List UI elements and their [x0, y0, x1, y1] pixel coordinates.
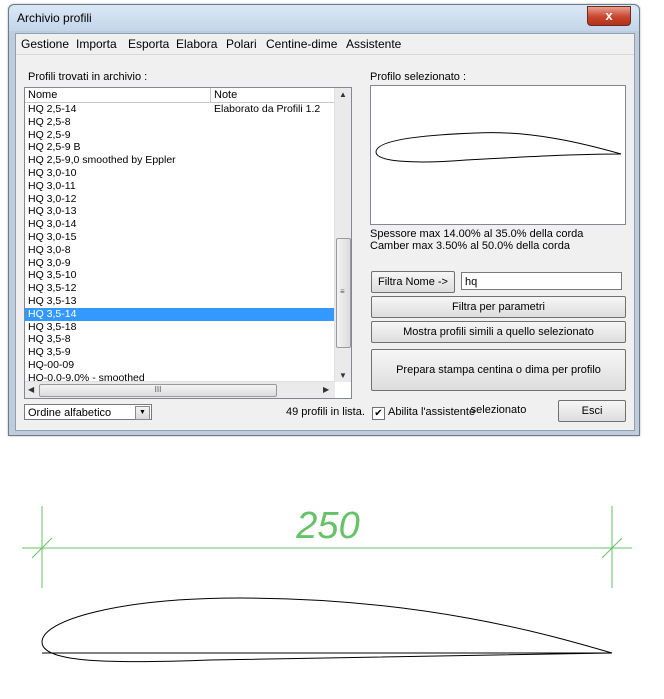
menu-bar: Gestione Importa Esporta Elabora Polari …: [16, 34, 634, 55]
horizontal-scrollbar[interactable]: ◀ III ▶: [25, 381, 335, 398]
filter-name-input[interactable]: hq: [461, 272, 622, 290]
row-name: HQ 3,5-10: [28, 269, 77, 282]
table-row[interactable]: HQ 3,0-11: [25, 180, 335, 193]
table-row[interactable]: HQ 3,0-8: [25, 244, 335, 257]
column-header-note[interactable]: Note: [211, 88, 335, 102]
table-row[interactable]: HQ 3,5-14: [25, 307, 335, 321]
table-row[interactable]: HQ 3,0-12: [25, 193, 335, 206]
list-header: Nome Note: [25, 88, 335, 103]
client-area: Gestione Importa Esporta Elabora Polari …: [15, 33, 635, 431]
table-row[interactable]: HQ 2,5-8: [25, 116, 335, 129]
row-name: HQ 3,0-9: [28, 256, 71, 269]
assistant-checkbox-label: Abilita l'assistente: [388, 406, 476, 418]
row-name: HQ 3,0-12: [28, 192, 77, 205]
table-row[interactable]: HQ 3,5-9: [25, 346, 335, 359]
exit-button[interactable]: Esci: [558, 400, 626, 422]
table-row[interactable]: HQ 3,5-10: [25, 269, 335, 282]
table-row[interactable]: HQ 3,5-12: [25, 282, 335, 295]
title-bar[interactable]: Archivio profili x: [9, 5, 639, 31]
chevron-down-icon[interactable]: ▼: [135, 406, 150, 420]
airfoil-drawing-svg: 250: [22, 505, 632, 663]
table-row[interactable]: HQ 3,0-14: [25, 218, 335, 231]
menu-assistente[interactable]: Assistente: [346, 37, 401, 51]
table-row[interactable]: HQ 2,5-14 Elaborato da Profili 1.2: [25, 103, 335, 116]
row-name: HQ 3,0-15: [28, 230, 77, 243]
row-name: HQ 3,5-14: [28, 307, 77, 320]
table-row[interactable]: HQ 3,0-9: [25, 257, 335, 270]
profile-count: 49 profili in lista.: [286, 406, 365, 418]
thickness-info: Spessore max 14.00% al 35.0% della corda: [370, 228, 584, 240]
profiles-list-label: Profili trovati in archivio :: [28, 71, 148, 83]
row-name: HQ 2,5-9,0 smoothed by Eppler: [28, 154, 176, 167]
selected-profile-label: Profilo selezionato :: [370, 71, 466, 83]
profile-archive-window: Archivio profili x Gestione Importa Espo…: [8, 4, 640, 436]
menu-importa[interactable]: Importa: [76, 37, 117, 51]
table-row[interactable]: HQ-00-09: [25, 359, 335, 372]
table-row[interactable]: HQ 3,0-10: [25, 167, 335, 180]
column-header-nome[interactable]: Nome: [25, 88, 211, 102]
row-name: HQ 3,0-13: [28, 205, 77, 218]
row-name: HQ 3,5-13: [28, 294, 77, 307]
table-row[interactable]: HQ 2,5-9 B: [25, 141, 335, 154]
row-note: Elaborato da Profili 1.2: [214, 103, 321, 115]
row-name: HQ 3,0-10: [28, 166, 77, 179]
vertical-scrollbar[interactable]: ▲ ≡ ▼: [334, 88, 351, 382]
filter-name-button[interactable]: Filtra Nome ->: [371, 271, 455, 293]
dimension-label: 250: [295, 505, 359, 547]
row-name: HQ 2,5-8: [28, 115, 71, 128]
airfoil-preview-shape: [375, 132, 622, 163]
table-row[interactable]: HQ 3,5-8: [25, 333, 335, 346]
menu-esporta[interactable]: Esporta: [128, 37, 169, 51]
scroll-right-arrow-icon[interactable]: ▶: [323, 385, 329, 394]
table-row[interactable]: HQ 2,5-9: [25, 129, 335, 142]
row-name: HQ-00-09: [28, 358, 75, 371]
table-row[interactable]: HQ 3,0-13: [25, 205, 335, 218]
camber-info: Camber max 3.50% al 50.0% della corda: [370, 240, 570, 252]
row-name: HQ 3,0-8: [28, 243, 71, 256]
airfoil-outline: [41, 597, 613, 663]
row-name: HQ 3,5-8: [28, 333, 71, 346]
row-name: HQ 3,5-9: [28, 346, 71, 359]
menu-elabora[interactable]: Elabora: [176, 37, 217, 51]
scroll-down-arrow-icon[interactable]: ▼: [339, 371, 347, 380]
row-name: HQ 2,5-14: [28, 103, 77, 115]
window-title: Archivio profili: [17, 11, 92, 25]
show-similar-button[interactable]: Mostra profili simili a quello seleziona…: [371, 321, 626, 343]
airfoil-preview: [370, 85, 626, 225]
row-name: HQ 3,0-14: [28, 218, 77, 231]
row-name: HQ 3,0-11: [28, 179, 76, 192]
profile-rows: HQ 2,5-14 Elaborato da Profili 1.2 HQ 2,5-…: [25, 103, 335, 385]
horizontal-scroll-thumb[interactable]: III: [39, 384, 277, 397]
row-name: HQ 3,5-12: [28, 282, 77, 295]
menu-polari[interactable]: Polari: [226, 37, 257, 51]
menu-centine-dime[interactable]: Centine-dime: [266, 37, 337, 51]
grip-icon: ≡: [340, 287, 345, 296]
filter-parameters-button[interactable]: Filtra per parametri: [371, 296, 626, 318]
table-row[interactable]: HQ 3,5-13: [25, 295, 335, 308]
sort-order-value: Ordine alfabetico: [28, 407, 112, 419]
table-row[interactable]: HQ 2,5-9,0 smoothed by Eppler: [25, 154, 335, 167]
assistant-checkbox[interactable]: ✔: [372, 407, 385, 420]
menu-gestione[interactable]: Gestione: [21, 37, 69, 51]
row-name: HQ 2,5-9 B: [28, 141, 81, 154]
scroll-up-arrow-icon[interactable]: ▲: [339, 90, 347, 99]
row-name: HQ 3,5-18: [28, 320, 77, 333]
profiles-listview[interactable]: Nome Note HQ 2,5-14 Elaborato da Profili …: [24, 87, 352, 399]
row-name: HQ 2,5-9: [28, 128, 71, 141]
sort-order-select[interactable]: Ordine alfabetico ▼: [24, 404, 152, 420]
scroll-left-arrow-icon[interactable]: ◀: [28, 385, 34, 394]
airfoil-dimension-drawing: 250: [0, 490, 664, 696]
print-rib-template-button[interactable]: Prepara stampa centina o dima per profil…: [371, 349, 626, 416]
table-row[interactable]: HQ 3,0-15: [25, 231, 335, 244]
close-button[interactable]: x: [587, 6, 631, 26]
vertical-scroll-thumb[interactable]: ≡: [336, 238, 351, 348]
table-row[interactable]: HQ 3,5-18: [25, 321, 335, 334]
